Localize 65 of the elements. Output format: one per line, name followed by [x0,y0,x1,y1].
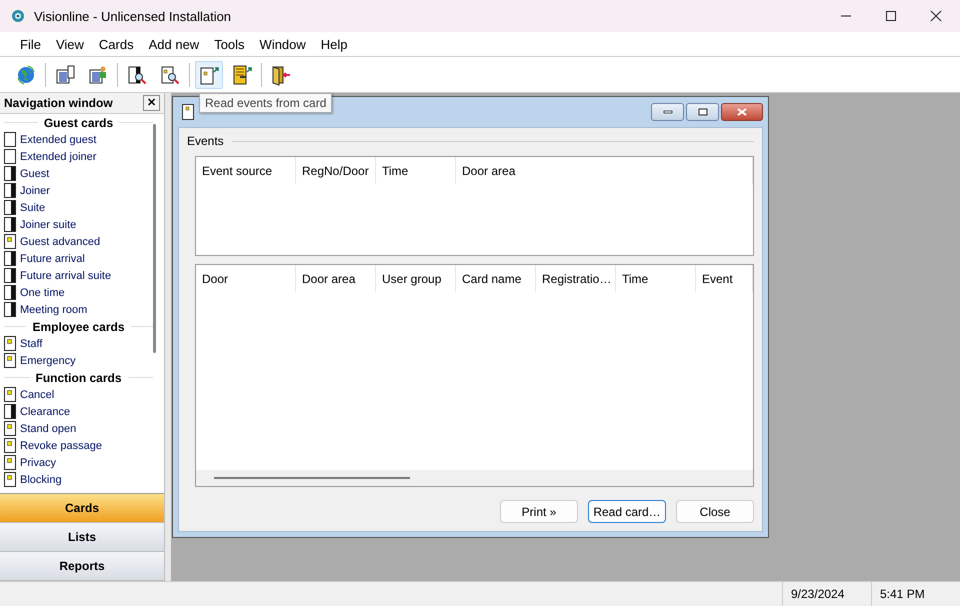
close-icon [737,108,747,116]
column-header[interactable]: Door area [296,265,376,292]
menu-item[interactable]: Window [260,36,306,52]
tooltip: Read events from card [199,93,332,113]
dialog-button[interactable]: Print » [500,500,578,523]
minimize-button[interactable] [651,103,684,121]
column-header[interactable]: Time [616,265,696,292]
dialog-button[interactable]: Read card… [588,500,666,523]
column-header[interactable]: Event [696,265,753,292]
card-type-item[interactable]: Guest [20,168,50,180]
column-header[interactable]: User group [376,265,456,292]
card-type-item[interactable]: Extended joiner [20,150,96,162]
restore-icon [698,108,708,116]
card-type-item[interactable]: Emergency [20,354,76,366]
scrollbar-thumb[interactable] [214,477,410,479]
card-type-item[interactable]: Joiner suite [20,218,76,230]
card-type-item[interactable]: Stand open [20,422,76,434]
menu-item[interactable]: Tools [214,36,245,52]
card-type-item[interactable]: Clearance [20,406,70,418]
close-icon[interactable] [930,10,942,22]
column-header[interactable]: Card name [456,265,536,292]
column-header[interactable]: RegNo/Door [296,157,376,184]
column-header[interactable]: Door [196,265,296,292]
maximize-icon[interactable] [885,10,897,22]
dialog-button[interactable]: Close [676,500,754,523]
section-heading: Function cards [36,370,122,384]
card-type-item[interactable]: Suite [20,202,46,214]
card-type-item[interactable]: Joiner [20,184,50,196]
card-type-item[interactable]: Revoke passage [20,440,102,452]
card-type-item[interactable]: Meeting room [20,304,88,316]
card-type-item[interactable]: Blocking [20,474,62,486]
column-header[interactable]: Event source [196,157,296,184]
menu-item[interactable]: Cards [98,36,134,52]
panel-title: Navigation window [4,96,113,110]
window-title: Visionline - Unlicensed Installation [34,8,232,24]
column-header[interactable]: Door area [456,157,753,184]
card-chip-icon [182,104,194,120]
status-date: 9/23/2024 [782,582,871,606]
card-type-item[interactable]: Guest advanced [20,236,100,248]
card-type-item[interactable]: Future arrival suite [20,270,112,282]
section-heading: Employee cards [32,320,125,334]
card-type-item[interactable]: One time [20,286,65,298]
card-type-item[interactable]: Staff [20,338,42,350]
navigation-tab[interactable]: Lists [0,523,164,552]
scrollbar[interactable] [153,124,156,353]
app-logo-icon [10,8,26,24]
card-type-item[interactable]: Future arrival [20,252,85,264]
card-type-item[interactable]: Privacy [20,456,56,468]
section-heading: Guest cards [44,116,114,130]
menu-item[interactable]: View [56,36,84,52]
column-header[interactable]: Registratio… [536,265,616,292]
column-header[interactable]: Time [376,157,456,184]
menu-item[interactable]: Help [320,36,348,52]
close-button[interactable] [721,103,763,121]
card-type-item[interactable]: Cancel [20,388,54,400]
navigation-tab[interactable]: Cards [0,494,164,523]
close-button[interactable]: ✕ [143,95,160,111]
navigation-tab[interactable]: Reports [0,552,164,581]
group-label: Events [187,134,224,148]
status-time: 5:41 PM [871,582,960,606]
menu-item[interactable]: File [20,36,41,52]
restore-button[interactable] [686,103,719,121]
minimize-icon [662,109,672,115]
card-type-item[interactable]: Extended guest [20,134,96,146]
menu-item[interactable]: Add new [148,36,200,52]
